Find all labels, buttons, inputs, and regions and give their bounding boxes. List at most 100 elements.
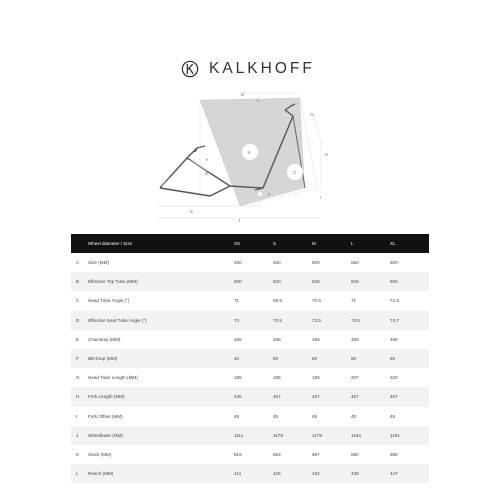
value-m: 630 <box>312 272 351 292</box>
row-key: G <box>76 375 80 381</box>
value-xs: 450 <box>234 260 242 266</box>
row-measure: Size (MM) <box>88 260 109 266</box>
value-xl: 220 <box>390 375 398 381</box>
value-m: 195 <box>312 375 320 381</box>
table-header-row: Wheel diameter / Size XS S M L XL <box>71 234 429 253</box>
value-xl: 650 <box>390 272 429 292</box>
value-l: 550 <box>351 260 359 266</box>
value-xs: 71 <box>234 298 240 304</box>
value-l: 73.5 <box>351 310 390 330</box>
dim-label-h: H <box>325 152 328 157</box>
table-row: K Stack (MM) 619 653 667 680 695 <box>71 445 429 464</box>
value-m: 467 <box>312 387 351 407</box>
row-key: E <box>76 336 80 342</box>
value-l: 640 <box>351 272 390 292</box>
value-m: 60 <box>312 348 351 369</box>
row-key: I <box>76 413 78 419</box>
row-measure: Stack (MM) <box>88 451 112 457</box>
value-xs: 455 <box>234 336 242 342</box>
frame-geometry-diagram: K C A D F E J L G H I B <box>157 92 328 223</box>
row-measure: Effective Top Tube (MM) <box>88 272 234 292</box>
value-xs: 445 <box>234 387 273 407</box>
row-measure: Head Tube Angle (°) <box>88 298 130 304</box>
value-xs: 411 <box>234 464 273 484</box>
value-xl: 60 <box>390 348 429 369</box>
value-xs: 45 <box>234 413 240 419</box>
value-s: 45 <box>273 413 279 419</box>
table-row: E Chainstay (MM) 455 488 488 488 488 <box>71 330 429 349</box>
value-l: 45 <box>351 413 357 419</box>
bb-marker <box>258 192 262 196</box>
geometry-table: Wheel diameter / Size XS S M L XL A Size… <box>71 234 429 484</box>
value-l: 60 <box>351 348 390 369</box>
value-s: 69.5 <box>273 298 282 304</box>
row-key: B <box>71 272 88 292</box>
value-s: 450 <box>273 260 281 266</box>
table-row: F BB Drop (MM) 40 60 60 60 60 <box>71 348 429 369</box>
table-row: H Fork Length (MM) 445 467 467 467 467 <box>71 387 429 407</box>
value-s: 60 <box>273 348 312 369</box>
value-l: 71 <box>351 298 357 304</box>
value-m: 667 <box>312 451 320 457</box>
value-xl: 600 <box>390 260 398 266</box>
value-xs: 73 <box>234 310 273 330</box>
table-row: C Head Tube Angle (°) 71 69.5 70.5 71 71… <box>71 291 429 310</box>
kalkhoff-logo-icon <box>181 60 199 78</box>
value-l: 1184 <box>351 425 390 445</box>
row-key: F <box>71 348 88 369</box>
value-m: 432 <box>312 464 351 484</box>
dim-label-g: G <box>310 112 314 117</box>
table-row: D Effective Seat Tube Angle (°) 73 73.5 … <box>71 310 429 330</box>
value-xs: 619 <box>234 451 242 457</box>
table-row: I Fork Offset (MM) 45 45 45 45 45 <box>71 407 429 426</box>
dim-label-a: A <box>205 157 208 162</box>
dim-label-f: F <box>268 192 271 197</box>
row-measure: Chainstay (MM) <box>88 336 121 342</box>
header-size-l: L <box>351 234 390 253</box>
value-s: 73.5 <box>273 310 312 330</box>
value-xl: 447 <box>390 464 429 484</box>
header-size-m: M <box>312 234 351 253</box>
value-s: 185 <box>273 375 281 381</box>
value-xl: 488 <box>390 336 398 342</box>
header-size-s: S <box>273 234 312 253</box>
dim-label-b: B <box>241 92 244 97</box>
row-key: J <box>71 425 88 445</box>
dim-label-j: J <box>238 218 240 223</box>
value-xl: 467 <box>390 387 429 407</box>
row-measure: Fork Length (MM) <box>88 387 234 407</box>
dim-label-e: E <box>190 209 193 214</box>
table-row: B Effective Top Tube (MM) 600 620 630 64… <box>71 272 429 292</box>
value-l: 488 <box>351 336 359 342</box>
value-m: 1179 <box>312 425 351 445</box>
value-m: 500 <box>312 260 320 266</box>
value-l: 207 <box>351 375 359 381</box>
row-measure: BB Drop (MM) <box>88 348 234 369</box>
value-xl: 73.7 <box>390 310 429 330</box>
value-xl: 71.5 <box>390 298 399 304</box>
value-s: 620 <box>273 272 312 292</box>
value-s: 1179 <box>273 425 312 445</box>
row-measure: Head Tube Length (MM) <box>88 375 138 381</box>
row-measure: Effective Seat Tube Angle (°) <box>88 310 234 330</box>
dim-line-g <box>312 112 322 144</box>
value-xs: 600 <box>234 272 273 292</box>
row-key: A <box>76 260 80 266</box>
value-xs: 40 <box>234 348 273 369</box>
table-row: J Wheelbase (MM) 1111 1179 1179 1184 119… <box>71 425 429 445</box>
value-xl: 695 <box>390 451 398 457</box>
header-title: Wheel diameter / Size <box>88 234 234 253</box>
value-s: 653 <box>273 451 281 457</box>
brand-header: KALKHOFF <box>181 59 315 79</box>
brand-name: KALKHOFF <box>209 60 315 77</box>
table-row: L Reach (MM) 411 425 432 438 447 <box>71 464 429 484</box>
row-measure: Reach (MM) <box>88 464 234 484</box>
row-key: C <box>76 298 80 304</box>
value-m: 70.5 <box>312 298 321 304</box>
row-key: L <box>71 464 88 484</box>
value-s: 467 <box>273 387 312 407</box>
row-measure: Wheelbase (MM) <box>88 425 234 445</box>
row-key: D <box>71 310 88 330</box>
value-m: 73.5 <box>312 310 351 330</box>
value-l: 438 <box>351 464 390 484</box>
